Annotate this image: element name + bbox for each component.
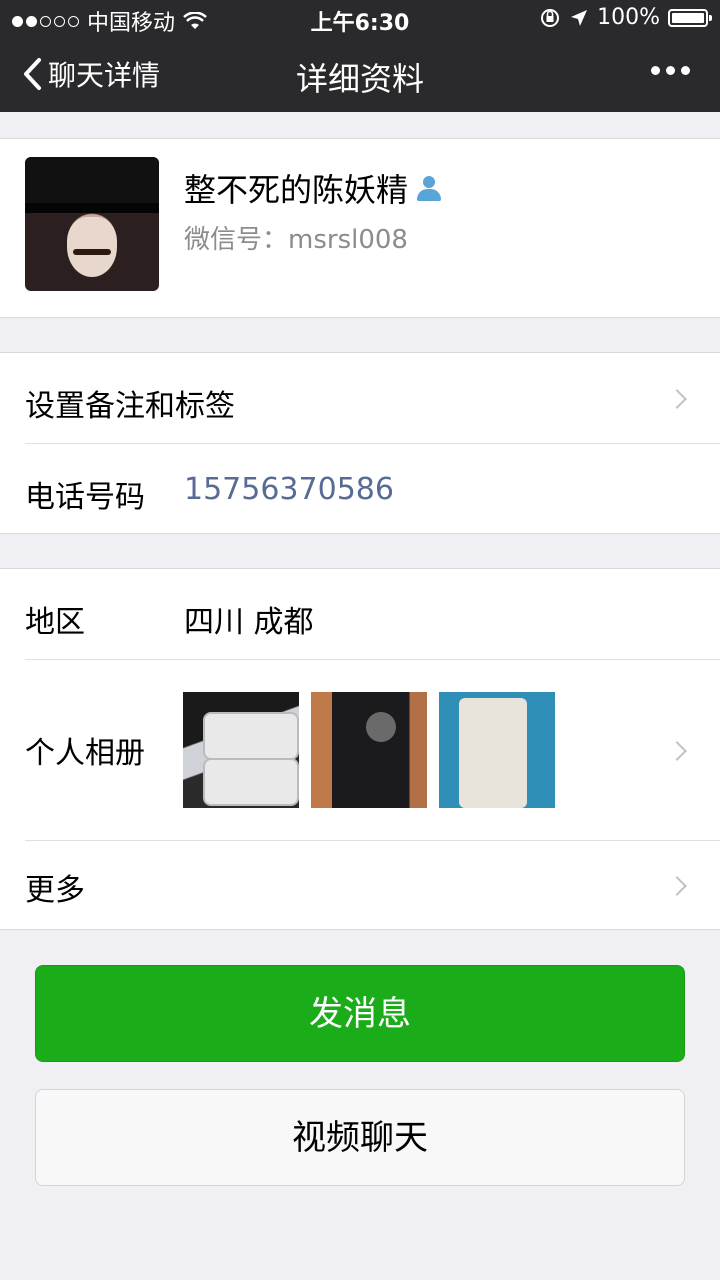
more-options-button[interactable] [651, 66, 690, 75]
avatar-mask [67, 217, 117, 277]
contact-icon-body [417, 189, 442, 201]
region-label: 地区 [25, 605, 85, 640]
phone-label: 电话号码 [25, 480, 145, 515]
battery-fill [672, 12, 704, 23]
album-photo[interactable] [311, 692, 427, 808]
avatar[interactable] [25, 157, 159, 291]
more-dot [681, 66, 690, 75]
back-button[interactable]: 聊天详情 [22, 54, 160, 94]
album-label: 个人相册 [25, 736, 145, 771]
battery-percent: 100% [597, 5, 660, 30]
more-dot [666, 66, 675, 75]
more-label: 更多 [25, 873, 85, 908]
region-value: 四川 成都 [184, 605, 314, 640]
profile-card[interactable]: 整不死的陈妖精 微信号：msrsl008 [0, 138, 720, 318]
album-row[interactable]: 个人相册 [0, 660, 720, 840]
phone-row: 电话号码 15756370586 [0, 444, 720, 534]
info-group-2: 地区 四川 成都 个人相册 更多 [0, 568, 720, 930]
remark-tags-row[interactable]: 设置备注和标签 [0, 353, 720, 443]
album-photo[interactable] [439, 692, 555, 808]
chevron-left-icon [24, 58, 41, 90]
more-dot [651, 66, 660, 75]
photo-screen-shape [459, 698, 527, 808]
avatar-hat-brim [25, 203, 159, 213]
profile-name-row: 整不死的陈妖精 [184, 165, 444, 211]
chevron-right-icon [667, 741, 687, 761]
battery-icon [668, 8, 712, 27]
status-right: 100% [539, 5, 712, 30]
photo-glare [366, 712, 396, 742]
avatar-mustache [73, 249, 111, 255]
chevron-right-icon [667, 876, 687, 896]
back-label: 聊天详情 [48, 59, 161, 92]
region-row: 地区 四川 成都 [0, 569, 720, 659]
contact-icon-head [423, 176, 436, 188]
rotation-lock-icon [541, 8, 560, 27]
photo-phone-shape [203, 712, 299, 760]
phone-number-link[interactable]: 15756370586 [184, 472, 394, 507]
more-row[interactable]: 更多 [0, 841, 720, 931]
video-chat-button[interactable]: 视频聊天 [35, 1089, 685, 1186]
profile-name: 整不死的陈妖精 [184, 171, 409, 209]
nav-bar: 聊天详情 详细资料 [0, 36, 720, 112]
album-photo[interactable] [183, 692, 299, 808]
remark-tags-label: 设置备注和标签 [25, 389, 235, 424]
location-arrow-icon [571, 9, 588, 26]
send-message-button[interactable]: 发消息 [35, 965, 685, 1062]
contact-icon [414, 173, 444, 203]
wechat-id: 微信号：msrsl008 [184, 225, 408, 255]
info-group-1: 设置备注和标签 电话号码 15756370586 [0, 352, 720, 534]
chevron-right-icon [667, 389, 687, 409]
status-bar: 中国移动 上午6:30 100% [0, 0, 720, 36]
photo-phone-shape [203, 758, 299, 806]
